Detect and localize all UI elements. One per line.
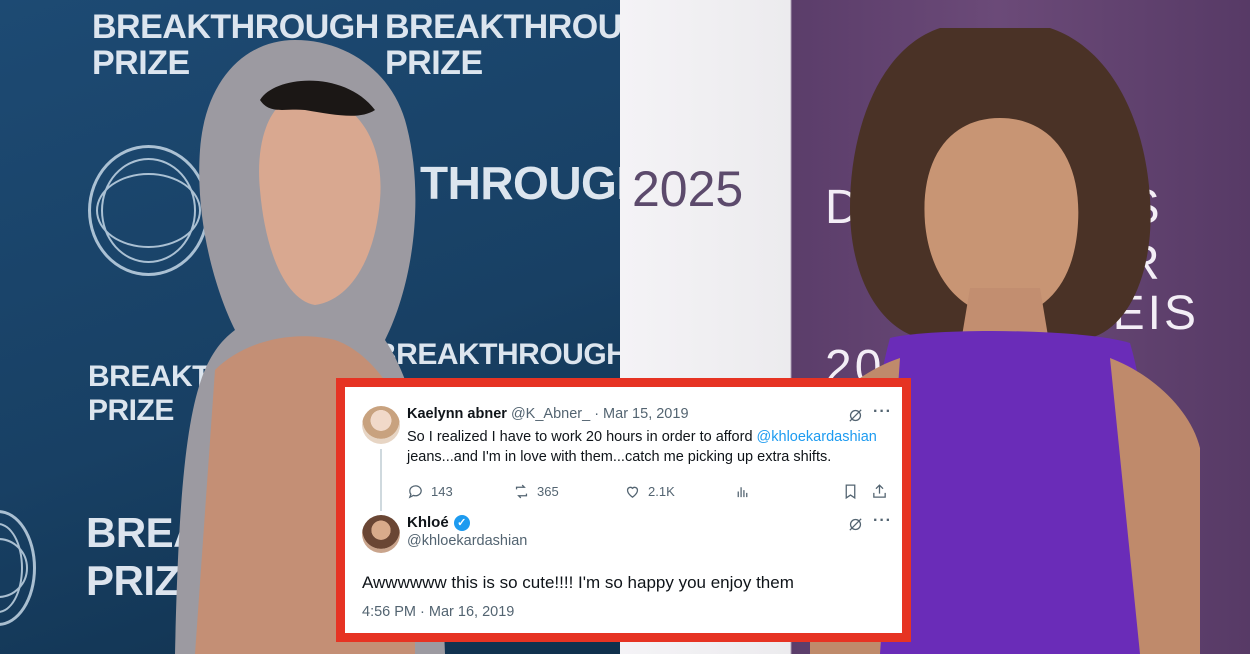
analytics-button[interactable]: [734, 483, 751, 500]
reply-text: Awwwwww this is so cute!!!! I'm so happy…: [362, 573, 794, 592]
more-options-icon[interactable]: ···: [873, 512, 892, 530]
share-icon: [873, 484, 886, 498]
backdrop-text: BREAKTHROUGH: [92, 8, 379, 46]
reply-author-name[interactable]: Khloé: [407, 514, 449, 531]
tweet-text: So I realized I have to work 20 hours in…: [407, 427, 877, 467]
tweet-author-handle[interactable]: @K_Abner_: [511, 406, 590, 422]
reply-icon: [408, 485, 422, 499]
reply-author-handle[interactable]: @khloekardashian: [407, 533, 527, 549]
tweet-author-name[interactable]: Kaelynn abner: [407, 406, 507, 422]
globe-logo-icon: [0, 510, 36, 626]
like-button[interactable]: 2.1K: [624, 483, 675, 500]
tweet-text-part: So I realized I have to work 20 hours in…: [407, 429, 757, 445]
tweet-date[interactable]: · Mar 15, 2019: [594, 406, 688, 422]
heart-icon: [626, 486, 639, 498]
reply-author: Khloé ✓: [407, 514, 470, 531]
like-count: 2.1K: [648, 484, 675, 499]
verified-badge-icon: ✓: [453, 514, 470, 531]
tweet-text-part: jeans...and I'm in love with them...catc…: [407, 449, 832, 465]
bookmark-icon: [845, 484, 856, 500]
retweet-button[interactable]: 365: [513, 483, 559, 500]
retweet-count: 365: [537, 484, 559, 499]
reply-button[interactable]: 143: [407, 483, 453, 500]
tweet-header: Kaelynn abner @K_Abner_ · Mar 15, 2019: [407, 406, 689, 422]
thread-connector-line: [380, 449, 382, 511]
grok-icon[interactable]: [847, 516, 864, 538]
analytics-icon: [737, 487, 748, 498]
reply-count: 143: [431, 484, 453, 499]
avatar[interactable]: [362, 406, 400, 444]
tweet-card-frame: Kaelynn abner @K_Abner_ · Mar 15, 2019 ·…: [336, 378, 911, 642]
tweet-actions: 143 365 2.1K: [407, 483, 889, 503]
backdrop-text: BREAKTHROUGH: [385, 8, 625, 46]
tweet-card: Kaelynn abner @K_Abner_ · Mar 15, 2019 ·…: [345, 387, 902, 633]
avatar[interactable]: [362, 515, 400, 553]
bookmark-button[interactable]: [842, 483, 859, 500]
mention-link[interactable]: @khloekardashian: [757, 429, 877, 445]
backdrop-year: 2025: [632, 161, 744, 217]
grok-icon[interactable]: [847, 407, 864, 429]
more-options-icon[interactable]: ···: [873, 403, 892, 421]
retweet-icon: [515, 484, 528, 499]
share-button[interactable]: [871, 483, 888, 500]
backdrop-text: PRIZE: [88, 394, 174, 427]
reply-timestamp[interactable]: 4:56 PM · Mar 16, 2019: [362, 604, 514, 620]
backdrop-text: THROUGH: [420, 157, 625, 209]
